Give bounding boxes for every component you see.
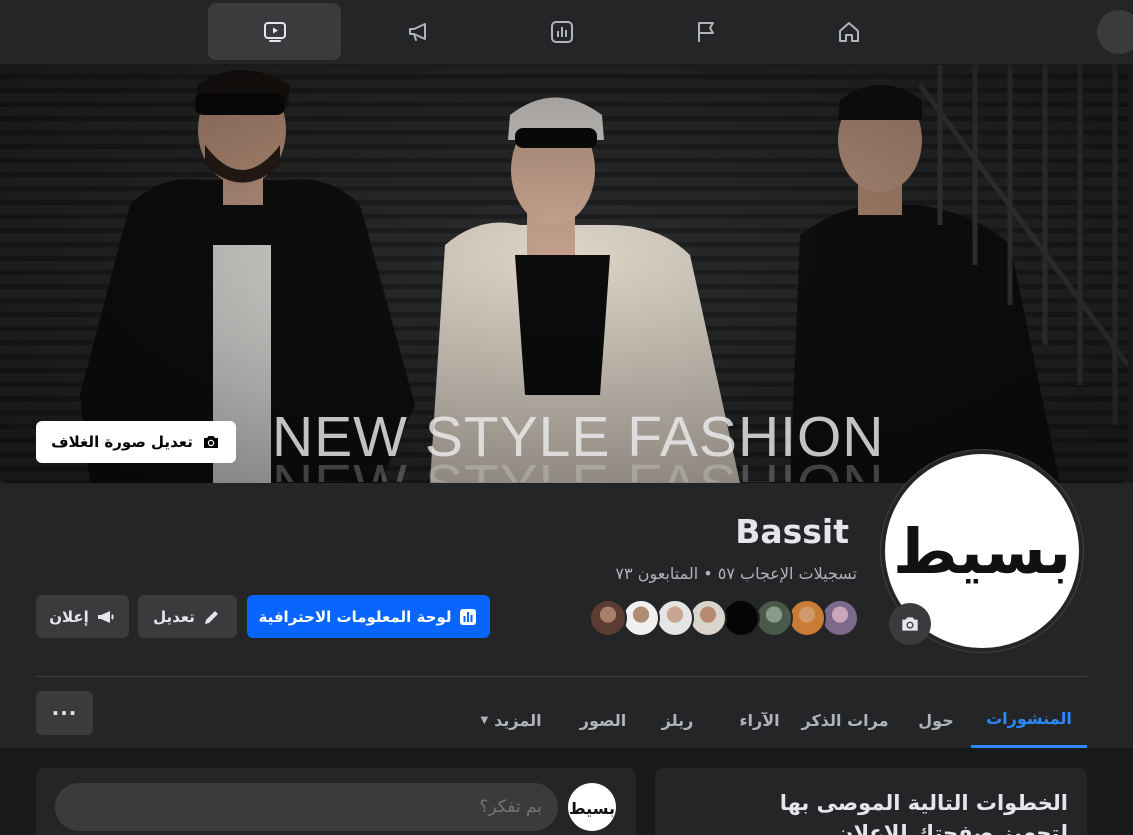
nav-tab-insights[interactable] (495, 3, 628, 60)
svg-text:بسيط: بسيط (570, 799, 614, 818)
tab-posts[interactable]: المنشورات (971, 692, 1087, 748)
pencil-icon (204, 610, 218, 624)
header-divider (36, 676, 1087, 677)
home-icon (838, 21, 859, 42)
follower-avatar (788, 599, 826, 637)
camera-icon (902, 617, 918, 631)
post-composer-input[interactable] (55, 783, 558, 831)
tab-more-label: المزيد (494, 710, 542, 730)
insights-icon (460, 608, 477, 625)
flag-icon (697, 21, 714, 42)
overflow-menu-label: ··· (51, 701, 78, 725)
follower-avatar (622, 599, 660, 637)
edit-cover-label: تعديل صورة الغلاف (51, 433, 193, 451)
camera-icon (203, 436, 218, 448)
caret-down-icon: ▼ (480, 714, 489, 726)
tab-reels[interactable]: ريلز (650, 692, 705, 748)
tab-about-label: حول (918, 710, 954, 730)
professional-dashboard-label: لوحة المعلومات الاحترافية (258, 607, 452, 626)
tab-reviews[interactable]: الآراء (732, 692, 787, 748)
tab-more[interactable]: المزيد ▼ (470, 692, 552, 748)
nav-tab-video[interactable] (208, 3, 341, 60)
update-avatar-button[interactable] (889, 603, 931, 645)
top-navigation (0, 0, 1133, 64)
advertise-button[interactable]: إعلان (36, 595, 129, 638)
follower-avatar (589, 599, 627, 637)
follower-avatars[interactable] (589, 599, 859, 637)
professional-dashboard-button[interactable]: لوحة المعلومات الاحترافية (247, 595, 490, 638)
edit-cover-photo-button[interactable]: تعديل صورة الغلاف (36, 421, 236, 463)
page-stats[interactable]: تسجيلات الإعجاب ٥٧ • المتابعون ٧٣ (615, 564, 857, 583)
tab-mentions[interactable]: مرات الذكر (795, 692, 895, 748)
nav-tab-ads[interactable] (352, 3, 485, 60)
insights-icon (550, 20, 573, 43)
cover-slogan-reflection: NEW STYLE FASHION (272, 452, 884, 482)
tab-posts-label: المنشورات (986, 709, 1072, 728)
tab-about[interactable]: حول (908, 692, 964, 748)
account-menu-button[interactable] (1097, 10, 1133, 54)
bassit-logo: بسيط (570, 799, 614, 818)
tab-photos-label: الصور (579, 710, 627, 730)
overflow-menu-button[interactable]: ··· (36, 691, 93, 735)
bassit-logo: بسيط (897, 515, 1067, 588)
tab-photos[interactable]: الصور (570, 692, 636, 748)
tab-reels-label: ريلز (661, 710, 694, 730)
follower-avatar (821, 599, 859, 637)
follower-avatar (656, 599, 694, 637)
follower-avatar (722, 599, 760, 637)
follower-avatar (689, 599, 727, 637)
nav-tab-flag[interactable] (639, 3, 772, 60)
nav-tab-home[interactable] (782, 3, 915, 60)
edit-page-label: تعديل (153, 607, 195, 626)
megaphone-icon (97, 610, 114, 623)
follower-avatar (755, 599, 793, 637)
composer-avatar[interactable]: بسيط (568, 783, 616, 831)
page-title: Bassit (735, 512, 849, 551)
video-icon (263, 21, 286, 42)
svg-text:بسيط: بسيط (897, 515, 1067, 588)
recommended-steps-title: الخطوات التالية الموصى بها لتجهيز صفحتك … (779, 791, 1068, 835)
edit-page-button[interactable]: تعديل (138, 595, 237, 638)
advertise-label: إعلان (49, 607, 89, 626)
tab-reviews-label: الآراء (739, 710, 780, 730)
tab-mentions-label: مرات الذكر (801, 710, 889, 730)
megaphone-icon (408, 22, 426, 41)
